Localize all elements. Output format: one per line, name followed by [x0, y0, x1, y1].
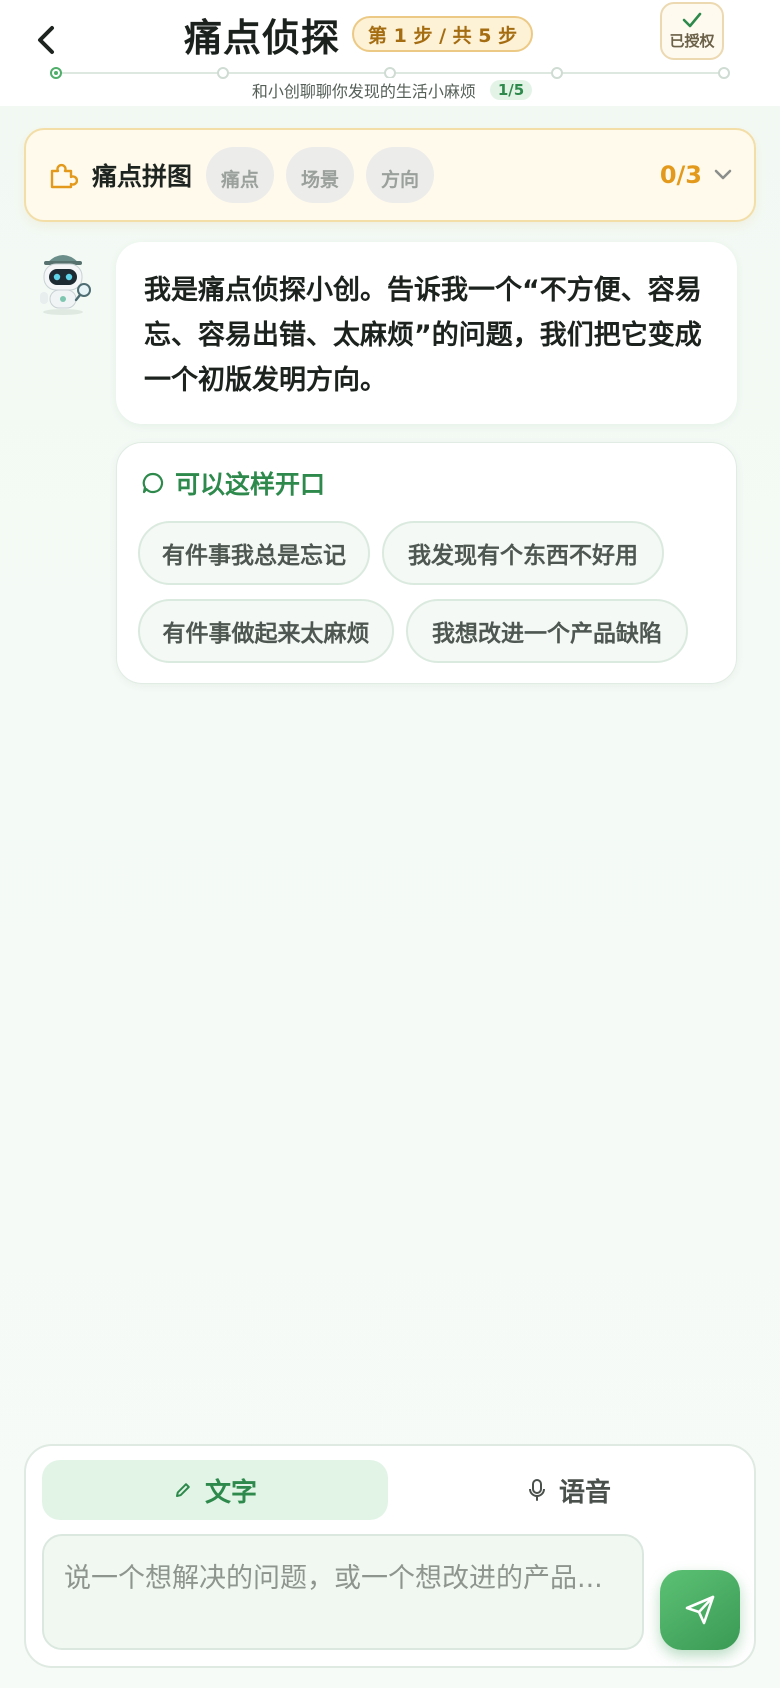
tab-text-mode[interactable]: 文字 [42, 1460, 388, 1520]
voice-mode-label: 语音 [558, 1477, 611, 1508]
puzzle-title: 痛点拼图 [92, 162, 193, 191]
starters-header: 可以这样开口 [141, 465, 325, 501]
chat-bubble-icon [142, 472, 164, 494]
tab-voice-mode[interactable]: 语音 [396, 1460, 742, 1520]
authorized-button[interactable]: 已授权 [660, 2, 724, 60]
top-header: 痛点侦探 第 1 步 / 共 5 步 已授权 和小创聊聊你发现的生活小麻烦 1/… [0, 0, 780, 106]
chevron-left-icon [38, 26, 54, 54]
send-icon [685, 1595, 715, 1625]
send-button[interactable] [660, 1570, 740, 1650]
starter-chip-improve-defect[interactable]: 我想改进一个产品缺陷 [406, 599, 688, 663]
message-input[interactable] [42, 1534, 644, 1650]
step-subtitle: 和小创聊聊你发现的生活小麻烦 [247, 78, 480, 102]
assistant-message-bubble: 我是痛点侦探小创。告诉我一个“不方便、容易忘、容易出错、太麻烦”的问题，我们把它… [116, 242, 737, 424]
back-button[interactable] [22, 16, 70, 64]
puzzle-chip-pain: 痛点 [206, 147, 275, 203]
starter-chip-troublesome[interactable]: 有件事做起来太麻烦 [138, 599, 394, 663]
puzzle-count: 0/3 [659, 161, 702, 189]
title-group: 痛点侦探 第 1 步 / 共 5 步 [184, 6, 534, 62]
step-badge: 第 1 步 / 共 5 步 [352, 16, 534, 52]
pain-point-detective-screen: 痛点侦探 第 1 步 / 共 5 步 已授权 和小创聊聊你发现的生活小麻烦 1/… [0, 0, 780, 1688]
starters-title: 可以这样开口 [175, 470, 326, 499]
microphone-icon [528, 1479, 545, 1501]
starter-chip-forget[interactable]: 有件事我总是忘记 [138, 521, 370, 585]
chevron-down-icon[interactable] [714, 169, 732, 181]
step-progress-track [50, 67, 730, 79]
puzzle-icon [50, 163, 78, 189]
assistant-message-text: 我是痛点侦探小创。告诉我一个“不方便、容易忘、容易出错、太麻烦”的问题，我们把它… [144, 275, 702, 396]
puzzle-chip-scene: 场景 [286, 147, 355, 203]
step-progress-count: 1/5 [489, 80, 533, 100]
pencil-icon [175, 1483, 190, 1497]
robot-detective-avatar [40, 255, 91, 315]
conversation-starters-card: 可以这样开口 有件事我总是忘记 我发现有个东西不好用 有件事做起来太麻烦 我想改… [116, 442, 737, 684]
puzzle-chip-direction: 方向 [366, 147, 435, 203]
subtitle-row: 和小创聊聊你发现的生活小麻烦 1/5 [0, 78, 780, 102]
page-title: 痛点侦探 [184, 15, 341, 60]
text-mode-label: 文字 [204, 1477, 257, 1508]
check-icon [682, 12, 702, 27]
message-composer: 文字 语音 [24, 1444, 756, 1668]
authorized-label: 已授权 [669, 31, 715, 50]
pain-puzzle-bar[interactable]: 痛点拼图 痛点 场景 方向 0/3 [24, 128, 756, 222]
starter-chip-bad-product[interactable]: 我发现有个东西不好用 [382, 521, 664, 585]
